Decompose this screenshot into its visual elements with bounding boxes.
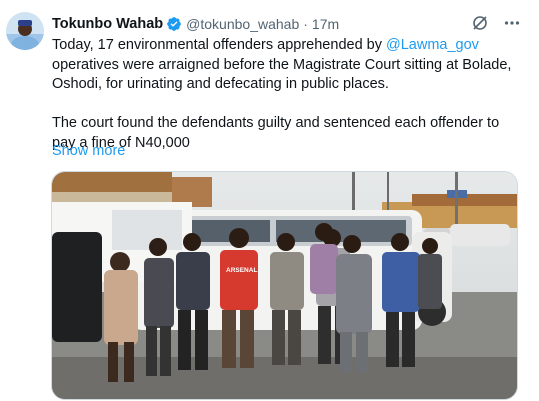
post-text: Today, 17 environmental offenders appreh… [52,36,522,153]
photo-image: ARSENAL [52,172,517,399]
show-more-link[interactable]: Show more [52,143,125,159]
grok-icon[interactable] [471,14,489,32]
post-timestamp[interactable]: 17m [312,16,339,32]
more-icon[interactable] [503,14,521,32]
avatar-image [6,12,44,50]
author-display-name[interactable]: Tokunbo Wahab [52,16,163,32]
post[interactable]: Tokunbo Wahab @tokunbo_wahab · 17m Today… [0,0,539,401]
verified-badge-icon [166,16,182,32]
shirt-text: ARSENAL [226,267,257,274]
post-header: Tokunbo Wahab @tokunbo_wahab · 17m [52,14,339,34]
text-segment: Today, 17 environmental offenders appreh… [52,37,387,53]
post-actions [471,14,521,32]
post-media-photo[interactable]: ARSENAL [51,171,518,400]
text-segment: operatives were arraigned before the Mag… [52,56,512,93]
avatar[interactable] [6,12,44,50]
post-paragraph-1: Today, 17 environmental offenders appreh… [52,36,522,95]
separator-dot: · [303,16,308,32]
author-handle[interactable]: @tokunbo_wahab [186,16,299,32]
mention-link[interactable]: @Lawma_gov [386,37,479,53]
